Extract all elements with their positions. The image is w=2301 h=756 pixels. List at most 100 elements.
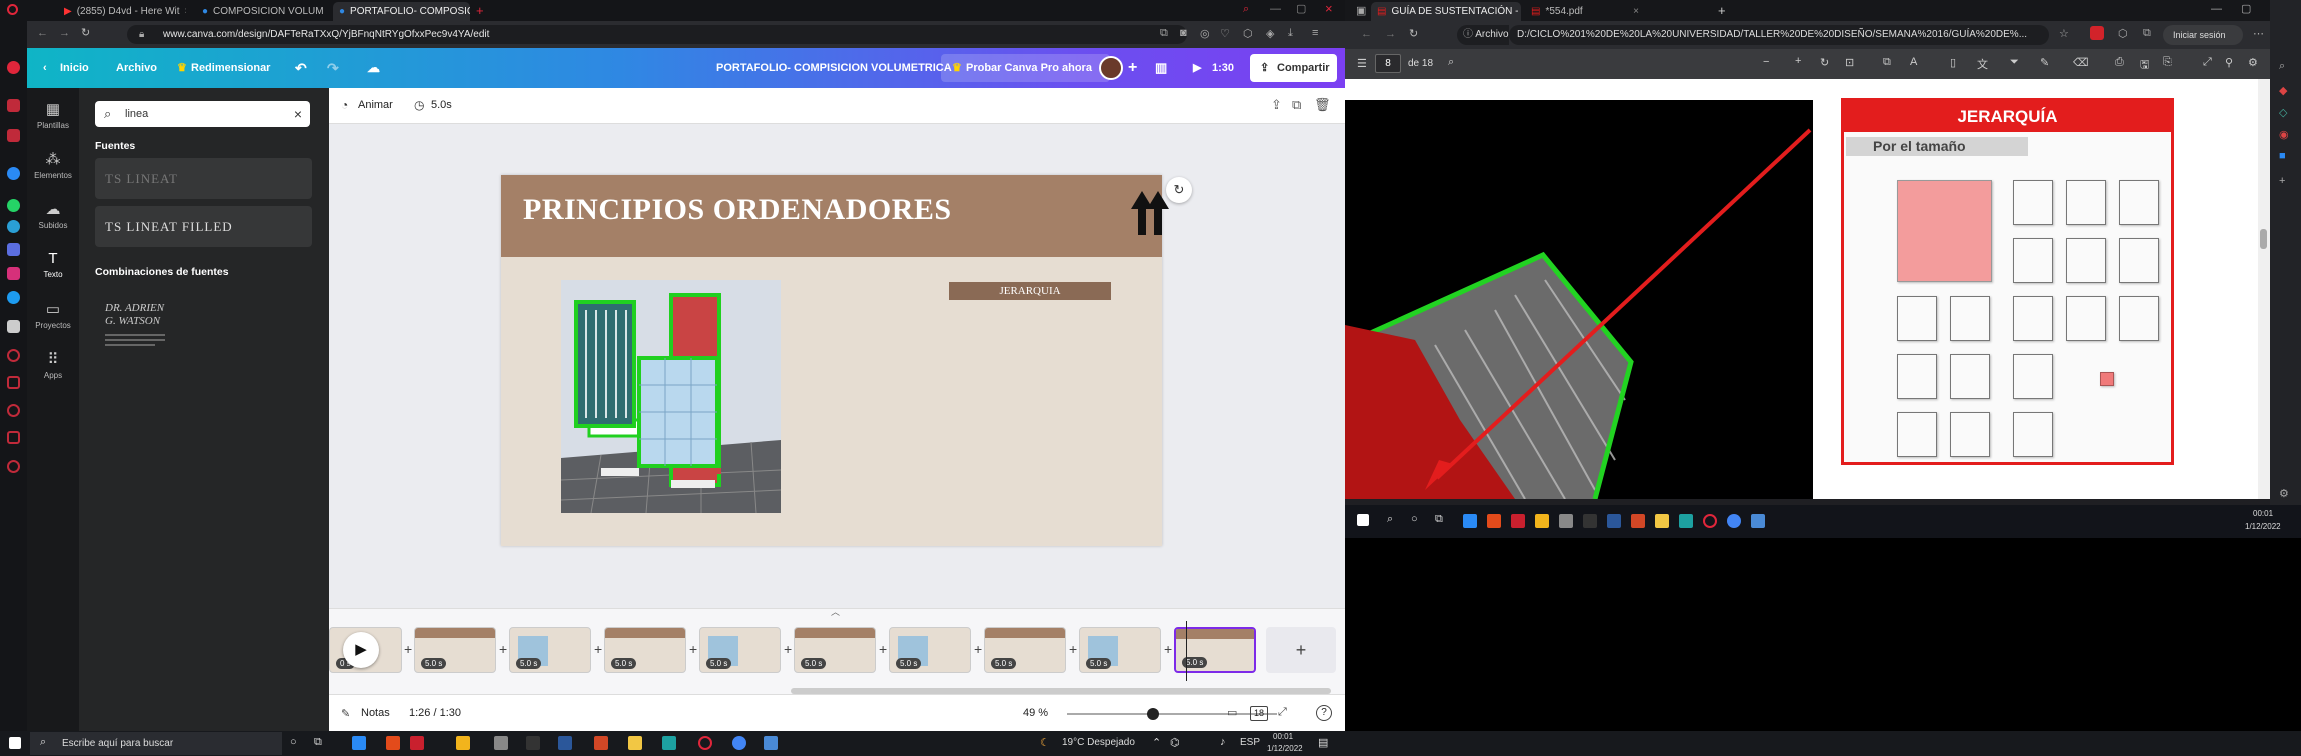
powerpoint-icon[interactable]	[594, 736, 608, 750]
close-icon[interactable]: ×	[1633, 6, 1639, 17]
stats-icon[interactable]: ▥	[1155, 48, 1167, 88]
vk-icon[interactable]	[7, 243, 20, 256]
opera-home-icon[interactable]	[7, 61, 20, 74]
pdf-scroll-thumb[interactable]	[2260, 229, 2267, 249]
tray-chevron-icon[interactable]: ⌃	[1152, 736, 1161, 749]
translate-icon[interactable]: 文	[1977, 56, 1988, 72]
close-icon[interactable]: ×	[185, 6, 186, 17]
zoom-level[interactable]: 49 %	[1023, 707, 1048, 719]
telegram-icon[interactable]	[7, 220, 20, 233]
print-icon[interactable]: ⎙	[2115, 56, 2124, 69]
download-icon[interactable]: ⤓	[1288, 27, 1293, 40]
font-card-lineat[interactable]: TS LINEAT	[95, 158, 312, 199]
forward-icon[interactable]: →	[1385, 28, 1396, 40]
add-transition-icon[interactable]: +	[1069, 641, 1077, 657]
minimize-button[interactable]: —	[2211, 3, 2222, 15]
menu-icon[interactable]: ≡	[1312, 27, 1318, 39]
add-page-icon[interactable]: ⇪	[1271, 97, 1282, 113]
edge-icon[interactable]	[662, 736, 676, 750]
cube-icon[interactable]: ⬡	[1243, 27, 1253, 40]
close-window-button[interactable]: ×	[1325, 1, 1333, 16]
minimize-button[interactable]: —	[1270, 3, 1281, 15]
font-search-input[interactable]: ⌕ linea ×	[95, 101, 310, 127]
add-icon[interactable]: +	[2279, 175, 2285, 187]
rail-templates[interactable]: ▦ Plantillas	[27, 100, 79, 130]
new-tab-button[interactable]: +	[476, 3, 484, 18]
vpn-icon[interactable]: ◎	[1200, 27, 1210, 40]
twitch-icon[interactable]	[7, 129, 20, 142]
resize-button[interactable]: Redimensionar	[191, 48, 270, 88]
office-app-icon[interactable]	[1487, 514, 1501, 528]
explorer-icon[interactable]	[1655, 514, 1669, 528]
timeline-play-button[interactable]: ▶	[343, 632, 379, 668]
timeline-thumb[interactable]: 5.0 s	[414, 627, 496, 673]
autocad-icon[interactable]	[1511, 514, 1525, 528]
settings-icon[interactable]	[7, 460, 20, 473]
page-number-input[interactable]: 8	[1375, 54, 1401, 73]
add-transition-icon[interactable]: +	[879, 641, 887, 657]
mail-icon[interactable]	[1463, 514, 1477, 528]
add-transition-icon[interactable]: +	[974, 641, 982, 657]
reload-icon[interactable]: ↻	[1409, 27, 1418, 40]
back-icon[interactable]: ←	[37, 27, 48, 39]
present-duration[interactable]: 1:30	[1212, 48, 1234, 88]
maximize-button[interactable]: ▢	[1296, 2, 1306, 15]
timeline-thumb[interactable]: 5.0 s	[1079, 627, 1161, 673]
add-transition-icon[interactable]: +	[404, 641, 412, 657]
cloud-save-icon[interactable]: ☁︎	[367, 48, 380, 88]
settings-icon[interactable]: ⚙︎	[2279, 487, 2289, 500]
store-icon[interactable]	[1535, 514, 1549, 528]
slide-title[interactable]: PRINCIPIOS ORDENADORES	[523, 193, 952, 227]
app-icon[interactable]	[1559, 514, 1573, 528]
rail-elements[interactable]: ⁂ Elementos	[27, 150, 79, 180]
timeline-thumb[interactable]: 5.0 s	[509, 627, 591, 673]
add-transition-icon[interactable]: +	[499, 641, 507, 657]
cortana-icon[interactable]: ○	[1411, 513, 1418, 525]
task-view-icon[interactable]: ⧉	[314, 736, 322, 749]
chevron-up-icon[interactable]: ︿	[831, 605, 840, 618]
page-view-icon[interactable]: ▭	[1227, 706, 1237, 719]
pin-icon[interactable]: ⚲	[2225, 56, 2233, 69]
favorite-icon[interactable]: ☆	[2059, 27, 2069, 40]
forward-icon[interactable]: →	[59, 27, 70, 39]
rail-uploads[interactable]: ☁︎ Subidos	[27, 200, 79, 230]
fit-page-icon[interactable]: ⊡	[1845, 56, 1854, 69]
play-icon[interactable]: ▶	[1193, 48, 1201, 88]
tab-portafolio[interactable]: ●PORTAFOLIO- COMPOSICI×	[333, 2, 470, 21]
explorer-icon[interactable]	[628, 736, 642, 750]
document-title[interactable]: PORTAFOLIO- COMPISICION VOLUMETRICA	[716, 48, 952, 88]
language-indicator[interactable]: ESP	[1240, 737, 1260, 748]
building-render-image[interactable]	[561, 280, 781, 513]
tools-icon[interactable]: ◇	[2279, 106, 2287, 119]
edge-icon[interactable]	[1679, 514, 1693, 528]
add-transition-icon[interactable]: +	[594, 641, 602, 657]
search-icon[interactable]: ⌕	[1448, 56, 1454, 69]
url-field[interactable]: 🔒︎ www.canva.com/design/DAFTeRaTXxQ/YjBFn…	[127, 25, 1187, 44]
save-icon[interactable]: 🖫︎	[2140, 56, 2149, 75]
contents-icon[interactable]: ☰	[1357, 57, 1367, 70]
adblock-icon[interactable]	[2090, 26, 2104, 40]
font-card-lineat-filled[interactable]: TS LINEAT FILLED	[95, 206, 312, 247]
clock-date[interactable]: 1/12/2022	[1267, 744, 1303, 753]
collections-icon[interactable]: ⧉	[2143, 27, 2151, 40]
page-count-badge[interactable]: 18	[1250, 706, 1268, 721]
read-aloud-icon[interactable]: A	[1910, 56, 1917, 68]
weather-text[interactable]: 19°C Despejado	[1062, 737, 1135, 748]
pdf-scrollbar[interactable]	[2258, 79, 2270, 499]
immersive-icon[interactable]: ▯	[1950, 56, 1956, 69]
player-icon[interactable]	[7, 349, 20, 362]
slide-canvas[interactable]: PRINCIPIOS ORDENADORES JERARQUIA	[501, 175, 1169, 546]
camera-icon[interactable]: ◙	[1180, 27, 1187, 39]
help-icon[interactable]: ?	[1316, 705, 1332, 721]
fullscreen-icon[interactable]: ⤢	[1278, 706, 1287, 719]
tab-actions-icon[interactable]: ▣	[1356, 4, 1366, 17]
maximize-button[interactable]: ▢	[2241, 2, 2251, 15]
timeline-thumb[interactable]: 5.0 s	[699, 627, 781, 673]
search-icon[interactable]: ⌕	[1243, 3, 1249, 16]
autocad-icon[interactable]	[410, 736, 424, 750]
draw-icon[interactable]: ✎	[2040, 56, 2049, 69]
tab-youtube[interactable]: ▶(2855) D4vd - Here Wit×	[58, 2, 186, 21]
tab-composicion[interactable]: ●COMPOSICION VOLUMETR×	[196, 2, 324, 21]
reload-icon[interactable]: ↻	[81, 26, 90, 39]
zoom-slider-handle[interactable]	[1147, 708, 1159, 720]
